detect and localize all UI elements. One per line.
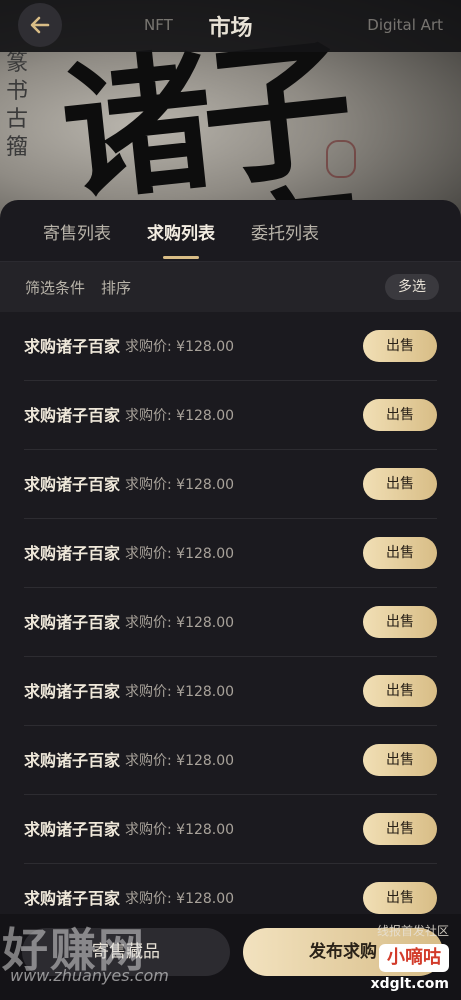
item-name: 求购诸子百家 (24, 682, 121, 701)
filter-condition-button[interactable]: 筛选条件 (25, 277, 85, 298)
tab-consign-list[interactable]: 寄售列表 (43, 219, 111, 244)
sell-button[interactable]: 出售 (363, 399, 437, 431)
purchase-list: 求购诸子百家 求购价: ¥128.00 出售 求购诸子百家 求购价: ¥128.… (0, 312, 461, 932)
item-name: 求购诸子百家 (24, 475, 121, 494)
sell-button[interactable]: 出售 (363, 468, 437, 500)
item-price: 求购价: ¥128.00 (125, 408, 235, 424)
item-price: 求购价: ¥128.00 (125, 615, 235, 631)
banner-side-text: 篆书古籀 (6, 51, 29, 160)
item-price: 求购价: ¥128.00 (125, 891, 235, 907)
sell-button[interactable]: 出售 (363, 606, 437, 638)
item-name: 求购诸子百家 (24, 544, 121, 563)
tab-bar: 寄售列表 求购列表 委托列表 (0, 200, 461, 260)
item-name: 求购诸子百家 (24, 751, 121, 770)
item-name: 求购诸子百家 (24, 889, 121, 908)
filter-bar: 筛选条件 排序 多选 (0, 262, 461, 312)
item-price: 求购价: ¥128.00 (125, 339, 235, 355)
sell-button[interactable]: 出售 (363, 744, 437, 776)
list-item: 求购诸子百家 求购价: ¥128.00 出售 (24, 519, 437, 588)
tab-purchase-list[interactable]: 求购列表 (147, 219, 215, 244)
item-name: 求购诸子百家 (24, 337, 121, 356)
item-price: 求购价: ¥128.00 (125, 546, 235, 562)
market-panel: 寄售列表 求购列表 委托列表 筛选条件 排序 多选 求购诸子百家 求购价: ¥1… (0, 200, 461, 1000)
list-item: 求购诸子百家 求购价: ¥128.00 出售 (24, 450, 437, 519)
item-name: 求购诸子百家 (24, 613, 121, 632)
sell-button[interactable]: 出售 (363, 675, 437, 707)
list-item: 求购诸子百家 求购价: ¥128.00 出售 (24, 657, 437, 726)
banner-seal (326, 140, 356, 178)
item-name: 求购诸子百家 (24, 406, 121, 425)
item-price: 求购价: ¥128.00 (125, 822, 235, 838)
top-bar: NFT 市场 Digital Art (0, 0, 461, 52)
watermark-url-left: www.zhuanyes.com (10, 966, 169, 985)
list-item: 求购诸子百家 求购价: ¥128.00 出售 (24, 312, 437, 381)
tab-entrust-list[interactable]: 委托列表 (251, 219, 319, 244)
item-price: 求购价: ¥128.00 (125, 753, 235, 769)
list-item: 求购诸子百家 求购价: ¥128.00 出售 (24, 795, 437, 864)
watermark-url-right: xdglt.com (370, 976, 449, 992)
item-price: 求购价: ¥128.00 (125, 684, 235, 700)
sell-button[interactable]: 出售 (363, 813, 437, 845)
sell-button[interactable]: 出售 (363, 537, 437, 569)
list-item: 求购诸子百家 求购价: ¥128.00 出售 (24, 726, 437, 795)
watermark-caption-right: 线报首发社区 (376, 924, 449, 938)
header-faded-right: Digital Art (367, 16, 443, 34)
sort-button[interactable]: 排序 (101, 277, 131, 298)
sell-button[interactable]: 出售 (363, 882, 437, 914)
multi-select-button[interactable]: 多选 (385, 274, 439, 300)
active-tab-indicator (163, 256, 199, 259)
sell-button[interactable]: 出售 (363, 330, 437, 362)
item-price: 求购价: ¥128.00 (125, 477, 235, 493)
list-item: 求购诸子百家 求购价: ¥128.00 出售 (24, 381, 437, 450)
watermark-badge-right: 小嘀咕 (379, 944, 449, 972)
list-item: 求购诸子百家 求购价: ¥128.00 出售 (24, 588, 437, 657)
item-name: 求购诸子百家 (24, 820, 121, 839)
